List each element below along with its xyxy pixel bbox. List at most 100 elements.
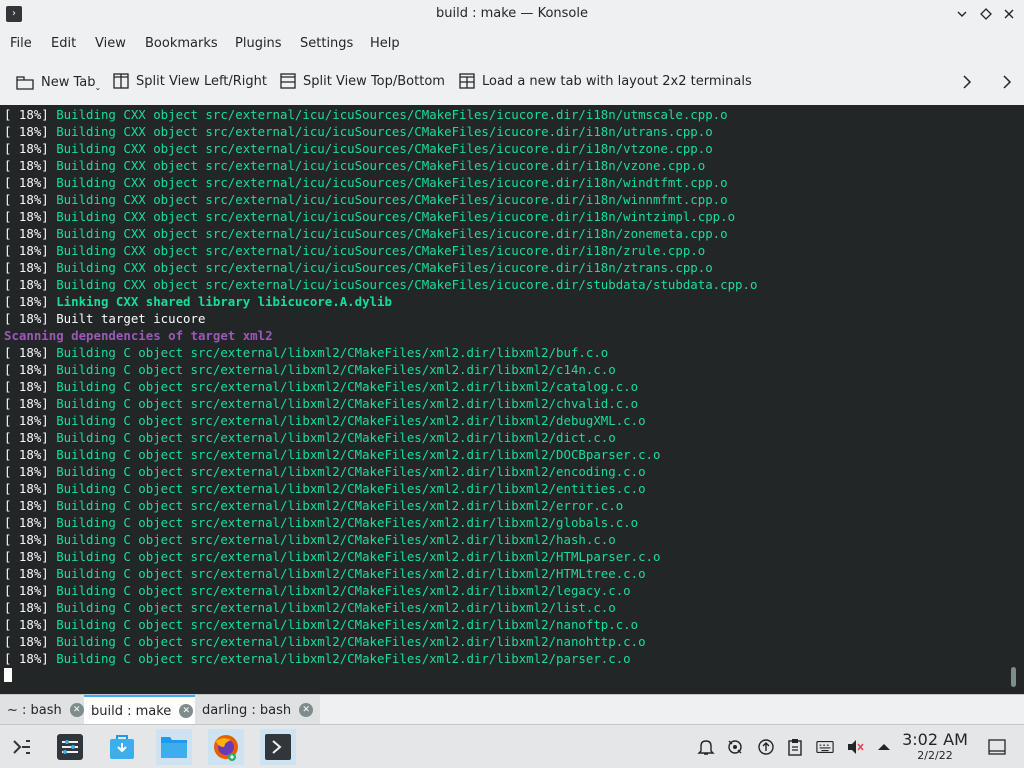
progress-prefix: [ 18%] [4, 566, 57, 581]
line-text: Building C object src/external/libxml2/C… [56, 413, 646, 428]
keyboard-layout-tray[interactable] [816, 738, 834, 756]
terminal-line: [ 18%] Linking CXX shared library libicu… [4, 293, 1008, 310]
line-text: Building C object src/external/libxml2/C… [56, 617, 639, 632]
line-text: Building CXX object src/external/icu/icu… [56, 209, 736, 224]
menu-file[interactable]: File [10, 36, 32, 51]
progress-prefix: [ 18%] [4, 447, 57, 462]
keyboard-icon [816, 741, 834, 753]
terminal-line: [ 18%] Building C object src/external/li… [4, 361, 1008, 378]
line-text: Linking CXX shared library libicucore.A.… [56, 294, 392, 309]
new-tab-button[interactable]: New Tab ⌄ [16, 73, 101, 92]
line-text: Building C object src/external/libxml2/C… [56, 498, 624, 513]
clipboard-icon [788, 739, 802, 756]
konsole-launcher[interactable] [260, 729, 296, 765]
close-tab-icon[interactable]: ✕ [179, 704, 194, 718]
clock-time[interactable]: 3:02 AM [900, 730, 970, 749]
progress-prefix: [ 18%] [4, 192, 57, 207]
maximize-button[interactable] [976, 4, 996, 24]
line-text: Building CXX object src/external/icu/icu… [56, 260, 713, 275]
updates-tray[interactable] [757, 738, 775, 756]
tab-bash-home[interactable]: ~ : bash ✕ [0, 695, 91, 725]
split-tb-label: Split View Top/Bottom [303, 73, 445, 89]
close-tab-icon[interactable]: ✕ [69, 703, 84, 717]
file-manager-launcher[interactable] [156, 729, 192, 765]
close-tab-icon[interactable]: ✕ [299, 703, 314, 717]
progress-prefix: [ 18%] [4, 583, 57, 598]
application-launcher-button[interactable] [4, 729, 40, 765]
menu-settings[interactable]: Settings [300, 36, 353, 51]
toolbar-scroll-button[interactable] [957, 72, 977, 92]
line-text: Building CXX object src/external/icu/icu… [56, 141, 713, 156]
menu-bar: File Edit View Bookmarks Plugins Setting… [0, 29, 1024, 59]
tray-expand-button[interactable] [875, 738, 893, 756]
terminal-line: [ 18%] Building C object src/external/li… [4, 395, 1008, 412]
line-text: Building C object src/external/libxml2/C… [56, 430, 616, 445]
split-view-left-right-button[interactable]: Split View Left/Right [113, 73, 267, 89]
line-text: Building CXX object src/external/icu/icu… [56, 124, 713, 139]
volume-tray[interactable] [846, 738, 864, 756]
discover-icon [110, 735, 134, 759]
line-text: Building CXX object src/external/icu/icu… [56, 243, 706, 258]
progress-prefix: [ 18%] [4, 515, 57, 530]
line-text: Building C object src/external/libxml2/C… [56, 549, 661, 564]
menu-plugins[interactable]: Plugins [235, 36, 282, 51]
tab-build-make[interactable]: build : make ✕ [84, 695, 201, 725]
tab-label: ~ : bash [7, 702, 62, 718]
menu-view[interactable]: View [95, 36, 126, 51]
discover-launcher[interactable] [104, 729, 140, 765]
chevron-down-icon [957, 11, 967, 17]
terminal-line: [ 18%] Building CXX object src/external/… [4, 191, 1008, 208]
progress-prefix: [ 18%] [4, 430, 57, 445]
terminal-line: [ 18%] Building C object src/external/li… [4, 497, 1008, 514]
terminal-line: [ 18%] Building CXX object src/external/… [4, 225, 1008, 242]
clock-date[interactable]: 2/2/22 [900, 749, 970, 762]
terminal-line: [ 18%] Building CXX object src/external/… [4, 123, 1008, 140]
terminal-line: [ 18%] Building C object src/external/li… [4, 412, 1008, 429]
progress-prefix: [ 18%] [4, 413, 57, 428]
line-text: Building CXX object src/external/icu/icu… [56, 158, 706, 173]
progress-prefix: [ 18%] [4, 362, 57, 377]
line-text: Built target icucore [56, 311, 206, 326]
terminal-line: [ 18%] Building C object src/external/li… [4, 650, 1008, 667]
tab-bar: ~ : bash ✕ build : make ✕ darling : bash… [0, 694, 1024, 725]
volume-muted-icon [848, 740, 864, 754]
progress-prefix: [ 18%] [4, 617, 57, 632]
terminal-line: [ 18%] Building C object src/external/li… [4, 633, 1008, 650]
tab-darling-bash[interactable]: darling : bash ✕ [195, 695, 321, 725]
terminal-line: [ 18%] Building CXX object src/external/… [4, 242, 1008, 259]
split-horizontal-icon [113, 73, 129, 89]
progress-prefix: [ 18%] [4, 158, 57, 173]
kde-connect-tray[interactable] [726, 738, 744, 756]
dropdown-arrow-icon[interactable]: ⌄ [95, 83, 102, 92]
menu-bookmarks[interactable]: Bookmarks [145, 36, 218, 51]
close-window-button[interactable] [999, 4, 1019, 24]
system-settings-launcher[interactable] [52, 729, 88, 765]
layout-2x2-button[interactable]: Load a new tab with layout 2x2 terminals [459, 73, 752, 89]
terminal-view[interactable]: [ 18%] Building CXX object src/external/… [0, 105, 1024, 694]
minimize-button[interactable] [952, 4, 972, 24]
title-bar[interactable]: › build : make — Konsole [0, 0, 1024, 29]
progress-prefix: [ 18%] [4, 124, 57, 139]
new-tab-icon [16, 75, 34, 90]
terminal-line: [ 18%] Building C object src/external/li… [4, 429, 1008, 446]
menu-help[interactable]: Help [370, 36, 400, 51]
notifications-tray[interactable] [697, 738, 715, 756]
file-manager-icon [161, 737, 187, 758]
terminal-line: [ 18%] Building C object src/external/li… [4, 582, 1008, 599]
line-text: Building C object src/external/libxml2/C… [56, 566, 646, 581]
firefox-icon [214, 735, 238, 761]
terminal-line: [ 18%] Building C object src/external/li… [4, 599, 1008, 616]
terminal-scrollbar[interactable] [1011, 667, 1016, 687]
firefox-launcher[interactable] [208, 729, 244, 765]
close-icon [1004, 9, 1014, 19]
split-view-top-bottom-button[interactable]: Split View Top/Bottom [280, 73, 445, 89]
toolbar-overflow-button[interactable] [997, 72, 1017, 92]
diamond-icon [980, 8, 992, 20]
show-desktop-button[interactable] [988, 738, 1006, 756]
menu-edit[interactable]: Edit [51, 36, 76, 51]
terminal-line: [ 18%] Building C object src/external/li… [4, 565, 1008, 582]
layout-2x2-label: Load a new tab with layout 2x2 terminals [482, 73, 752, 89]
clipboard-tray[interactable] [786, 738, 804, 756]
tray-expand-icon [878, 744, 890, 750]
progress-prefix: [ 18%] [4, 226, 57, 241]
